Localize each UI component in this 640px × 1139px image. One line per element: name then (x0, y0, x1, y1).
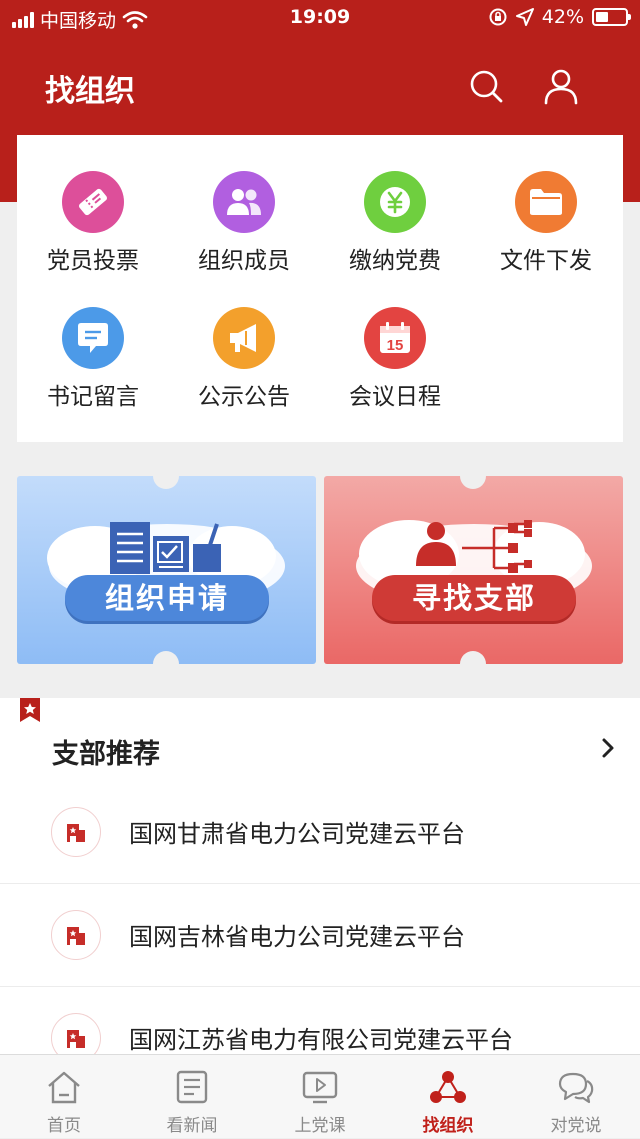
page-title: 找组织 (45, 74, 135, 109)
tab-label: 对党说 (550, 1116, 602, 1136)
list-item[interactable]: 国网甘肃省电力公司党建云平台 (0, 782, 640, 884)
tab-speak[interactable]: 对党说 (512, 1055, 640, 1139)
building-icon (51, 807, 101, 857)
grid-item-members[interactable]: 组织成员 (168, 171, 320, 275)
grid-item-dues[interactable]: 缴纳党费 (319, 171, 471, 275)
banner-apply-organization[interactable]: 组织申请 (17, 476, 316, 664)
message-icon (62, 307, 124, 369)
cloud-hierarchy-illustration (356, 520, 592, 608)
grid-item-vote[interactable]: 党员投票 (17, 171, 169, 275)
branch-name: 国网江苏省电力有限公司党建云平台 (129, 1026, 513, 1054)
grid-item-label: 书记留言 (47, 384, 139, 410)
battery-icon (592, 8, 631, 26)
search-icon[interactable] (466, 66, 506, 106)
grid-item-label: 会议日程 (349, 384, 441, 410)
megaphone-icon (213, 307, 275, 369)
grid-item-schedule[interactable]: 15 会议日程 (319, 307, 471, 411)
grid-item-announcements[interactable]: 公示公告 (168, 307, 320, 411)
grid-item-messages[interactable]: 书记留言 (17, 307, 169, 411)
grid-item-files[interactable]: 文件下发 (470, 171, 622, 275)
cloud-building-illustration (47, 522, 285, 608)
branch-name: 国网甘肃省电力公司党建云平台 (129, 820, 465, 848)
tab-find-organization[interactable]: 找组织 (384, 1055, 512, 1139)
function-grid: 党员投票 组织成员 缴纳党费 文件下发 书记留言 公示公告 15 会议日程 (17, 135, 623, 442)
tab-bar: 首页 看新闻 上党课 找组织 对党说 (0, 1054, 640, 1138)
organization-nodes-icon (430, 1071, 466, 1103)
grid-item-label: 组织成员 (198, 248, 290, 274)
yen-icon (364, 171, 426, 233)
section-title: 支部推荐 (52, 739, 160, 770)
newspaper-icon (176, 1070, 208, 1104)
chat-bubbles-icon (558, 1072, 594, 1104)
battery-percent: 42% (541, 6, 584, 28)
tab-label: 首页 (47, 1116, 81, 1136)
tab-class[interactable]: 上党课 (256, 1055, 384, 1139)
home-icon (48, 1071, 80, 1104)
grid-item-label: 党员投票 (47, 248, 139, 274)
tab-news[interactable]: 看新闻 (128, 1055, 256, 1139)
grid-item-label: 公示公告 (198, 384, 290, 410)
user-icon[interactable] (541, 66, 581, 106)
folder-icon (515, 171, 577, 233)
bookmark-star-icon (20, 698, 40, 722)
tab-label: 上党课 (294, 1116, 346, 1136)
status-bar: 中国移动 19:09 42% (0, 0, 640, 36)
tab-home[interactable]: 首页 (0, 1055, 128, 1139)
branch-name: 国网吉林省电力公司党建云平台 (129, 923, 465, 951)
location-icon (515, 8, 534, 26)
building-icon (51, 910, 101, 960)
video-play-icon (302, 1071, 338, 1104)
ticket-icon (62, 171, 124, 233)
grid-item-label: 缴纳党费 (349, 248, 441, 274)
find-branch-button[interactable]: 寻找支部 (372, 575, 576, 621)
apply-organization-button[interactable]: 组织申请 (65, 575, 269, 621)
tab-label: 找组织 (422, 1116, 474, 1136)
members-icon (213, 171, 275, 233)
calendar-icon: 15 (364, 307, 426, 369)
orientation-lock-icon (489, 8, 507, 26)
grid-item-label: 文件下发 (500, 248, 592, 274)
banner-find-branch[interactable]: 寻找支部 (324, 476, 623, 664)
tab-label: 看新闻 (166, 1116, 218, 1136)
calendar-day: 15 (387, 337, 404, 354)
list-item[interactable]: 国网吉林省电力公司党建云平台 (0, 885, 640, 987)
chevron-right-icon[interactable] (600, 736, 616, 760)
